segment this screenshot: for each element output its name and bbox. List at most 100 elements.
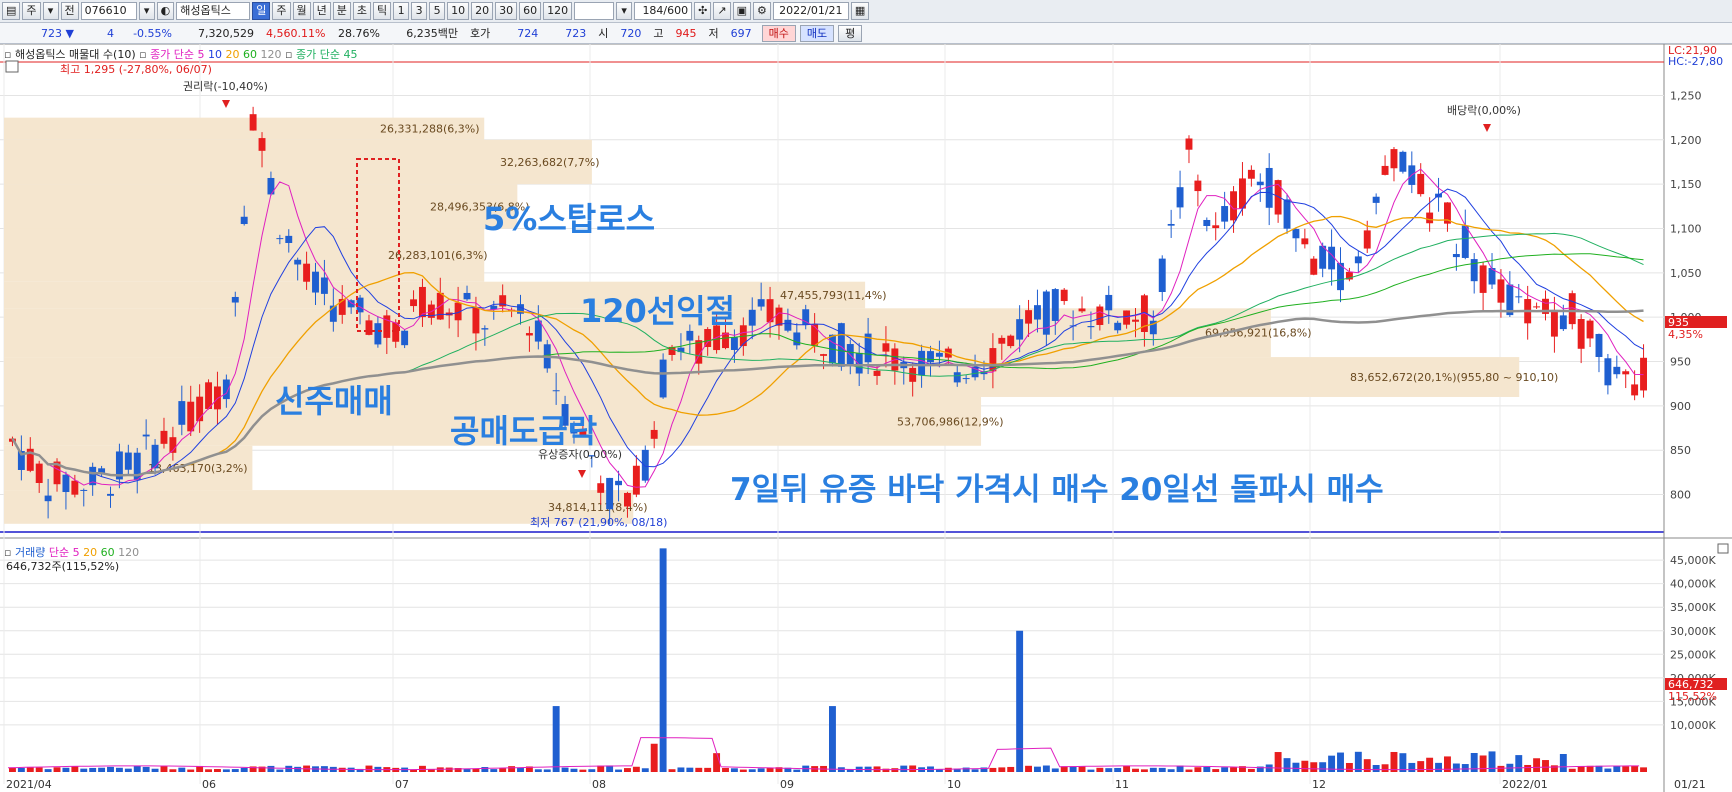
interval-custom-input[interactable] (574, 2, 615, 20)
candle-body (1283, 199, 1291, 229)
tab-tick[interactable]: 틱 (373, 2, 392, 20)
volume-bar (1533, 758, 1541, 772)
menu-icon[interactable]: ▤ (2, 2, 21, 20)
tab-weekly[interactable]: 주 (272, 2, 291, 20)
candle-body (686, 330, 694, 341)
volume-bar (1319, 762, 1327, 772)
volume-bar (1078, 766, 1086, 772)
period-count-input[interactable]: 184/600 (634, 2, 693, 20)
volume-profile-label: 47,455,793(11,4%) (780, 289, 887, 302)
candle-body (463, 292, 471, 300)
candlestick-chart[interactable]: 8008509009501,0001,0501,1001,1501,2001,2… (0, 44, 1732, 792)
volume-tick-label: 40,000K (1670, 578, 1716, 591)
sell-button[interactable]: 매도 (799, 24, 835, 42)
all-button[interactable]: 전 (60, 2, 79, 20)
tab-monthly[interactable]: 월 (292, 2, 311, 20)
volume-bar (26, 767, 34, 772)
speaker-icon[interactable]: ◐ (156, 2, 175, 20)
volume-bar (1105, 768, 1113, 772)
price-legend: ▫ 해성옵틱스 매물대 수(10) ▫ 종가 단순 5 10 20 60 120… (4, 48, 358, 61)
calendar-icon[interactable]: ▦ (850, 2, 870, 20)
volume-bar (722, 767, 729, 772)
current-price: 723 ▼ (41, 26, 74, 40)
candle-body (775, 307, 783, 326)
volume-bar (1497, 765, 1505, 772)
volume-bar (1310, 762, 1318, 772)
code-dropdown[interactable]: ▾ (138, 2, 155, 20)
buy-button[interactable]: 매수 (761, 24, 796, 42)
candle-body (1132, 319, 1139, 322)
volume-bar (1212, 769, 1220, 772)
stock-code-input[interactable]: 076610 (80, 2, 137, 20)
candle-body (258, 138, 266, 151)
legend-ma5: 5 (197, 48, 205, 61)
save-icon[interactable]: ▣ (732, 2, 751, 20)
date-input[interactable]: 2022/01/21 (772, 2, 849, 20)
volume-bar (1381, 764, 1389, 772)
low-price: 697 (730, 26, 752, 40)
volume-profile-label: 53,706,986(12,9%) (897, 415, 1004, 428)
volume-bar (1042, 765, 1050, 772)
volume-bar (659, 548, 667, 772)
volume-bar (1158, 767, 1166, 772)
interval-60[interactable]: 60 (519, 2, 542, 20)
volume-tick-label: 30,000K (1670, 625, 1716, 638)
interval-3[interactable]: 3 (411, 2, 428, 20)
tools-icon[interactable]: ✣ (694, 2, 712, 20)
interval-1[interactable]: 1 (393, 2, 410, 20)
interval-dropdown[interactable]: ▾ (616, 2, 633, 20)
settings-icon[interactable]: ⚙ (752, 2, 771, 20)
candle-body (935, 352, 943, 357)
volume-bar (757, 768, 765, 772)
legend-ma20: 20 (225, 48, 240, 61)
candle-body (1479, 265, 1487, 293)
candle-body (178, 401, 186, 425)
period-dropdown[interactable]: ▾ (42, 2, 59, 20)
candle-body (632, 465, 640, 495)
volume-bar (169, 769, 177, 772)
tab-daily[interactable]: 일 (252, 2, 271, 20)
candle-body (525, 333, 533, 336)
draw-icon[interactable]: ↗ (713, 2, 731, 20)
current-pct-label: 4,35% (1668, 328, 1703, 341)
volume-profile-label: 13,463,170(3,2%) (148, 462, 248, 475)
stock-name-field[interactable]: 해성옵틱스 (176, 2, 251, 20)
volume-bar (214, 769, 221, 772)
volume-bar (588, 769, 596, 772)
candle-body (160, 430, 168, 444)
candle-body (1256, 181, 1264, 186)
candle-body (1363, 230, 1371, 249)
volume-bar (1140, 769, 1148, 772)
volume-bar (1479, 755, 1487, 772)
period-type-button[interactable]: 주 (22, 2, 41, 20)
candle-body (1372, 196, 1380, 203)
tab-minute[interactable]: 분 (332, 2, 351, 20)
candle-body (597, 483, 605, 493)
interval-20[interactable]: 20 (471, 2, 494, 20)
volume-bar (517, 768, 524, 772)
volume-bar (107, 766, 114, 772)
volume-bar (419, 765, 426, 772)
interval-5[interactable]: 5 (429, 2, 446, 20)
candle-body (882, 343, 890, 352)
low-price-label: 최저 767 (21,90%, 08/18) (530, 516, 667, 529)
volume-bar (1221, 767, 1229, 772)
interval-120[interactable]: 120 (543, 2, 573, 20)
volume-bar (534, 769, 542, 772)
candle-body (410, 299, 417, 307)
volume-bar (1640, 767, 1647, 772)
candle-body (811, 324, 819, 346)
tab-yearly[interactable]: 년 (312, 2, 331, 20)
volume-bar (1096, 767, 1104, 772)
interval-10[interactable]: 10 (447, 2, 470, 20)
tab-second[interactable]: 초 (352, 2, 372, 20)
annotation-new-share-trading: 신주매매 (275, 382, 393, 420)
candle-body (1354, 256, 1362, 264)
volume-bar (178, 767, 186, 772)
interval-30[interactable]: 30 (495, 2, 518, 20)
eval-button[interactable]: 평 (838, 24, 863, 42)
chart-area[interactable]: 8008509009501,0001,0501,1001,1501,2001,2… (0, 44, 1732, 792)
volume-bar (962, 767, 970, 772)
volume-tick-label: 35,000K (1670, 601, 1716, 614)
candle-body (1550, 311, 1558, 337)
